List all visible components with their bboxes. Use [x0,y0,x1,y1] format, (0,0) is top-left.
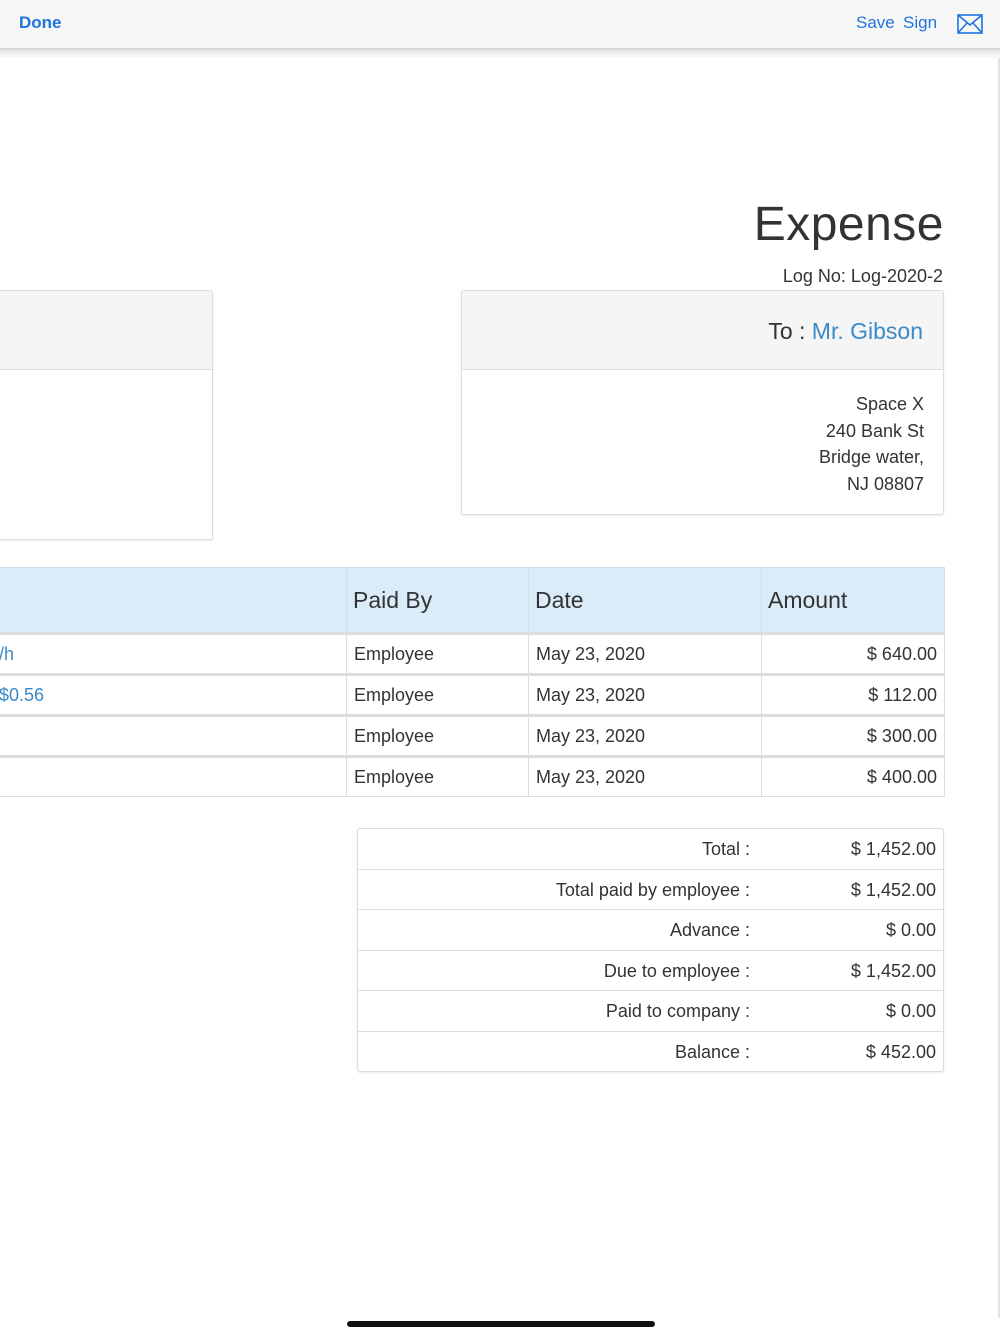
totals-label: Balance : [674,1041,750,1062]
cell-amount: $ 112.00 [761,673,945,716]
cell-description[interactable]: $0.56 [0,673,347,716]
totals-value: $ 0.00 [885,920,936,940]
cell-date: May 23, 2020 [528,714,762,757]
header-amount: Amount [761,567,945,634]
to-prefix: To : [768,318,812,344]
recipient-name[interactable]: Mr. Gibson [812,318,923,344]
cell-paid-by: Employee [346,714,529,757]
totals-row: Advance : $ 0.00 [358,909,943,950]
totals-box: Total : $ 1,452.00 Total paid by employe… [357,828,944,1072]
cell-date: May 23, 2020 [528,755,762,797]
address-line: NJ 08807 [846,473,924,494]
totals-row: Balance : $ 452.00 [358,1030,943,1072]
cell-date: May 23, 2020 [528,673,762,716]
totals-row: Total : $ 1,452.00 [358,829,943,869]
totals-label: Paid to company : [605,1001,750,1021]
to-box-header: To : Mr. Gibson [462,291,943,370]
cell-description[interactable] [0,755,347,797]
from-address-box [0,290,213,540]
totals-label: Total : [701,839,750,859]
cell-date: May 23, 2020 [528,632,762,675]
totals-row: Total paid by employee : $ 1,452.00 [358,868,943,910]
expense-table: Paid By Date Amount /h Employee May 23, … [0,567,945,797]
cell-amount: $ 400.00 [761,755,945,797]
totals-label: Total paid by employee : [555,879,750,900]
cell-amount: $ 300.00 [761,714,945,757]
header-description [0,567,347,634]
totals-label: Advance : [669,920,750,940]
save-button[interactable]: Save [856,13,895,33]
header-paid-by: Paid By [346,567,529,634]
done-button[interactable]: Done [19,13,62,33]
cell-paid-by: Employee [346,673,529,716]
table-row[interactable]: Employee May 23, 2020 $ 300.00 [0,714,945,757]
cell-description[interactable] [0,714,347,757]
cell-paid-by: Employee [346,632,529,675]
totals-value: $ 1,452.00 [850,960,936,981]
totals-value: $ 452.00 [865,1041,936,1062]
address-line: Space X [855,394,924,414]
totals-row: Paid to company : $ 0.00 [358,990,943,1031]
home-indicator[interactable] [347,1321,655,1327]
header-date: Date [528,567,762,634]
sign-button[interactable]: Sign [903,13,937,33]
totals-value: $ 1,452.00 [850,839,936,859]
document-title: Expense [753,198,944,251]
table-header-row: Paid By Date Amount [0,567,945,634]
address-line: Bridge water, [818,447,924,467]
envelope-icon[interactable] [957,14,983,34]
to-line: To : Mr. Gibson [768,318,923,345]
top-toolbar: Done Save Sign [0,0,1000,50]
from-box-header [0,291,212,370]
totals-value: $ 1,452.00 [850,879,936,900]
totals-row: Due to employee : $ 1,452.00 [358,949,943,991]
table-row[interactable]: Employee May 23, 2020 $ 400.00 [0,755,945,797]
recipient-address: Space X 240 Bank St Bridge water, NJ 088… [819,391,924,497]
log-number: Log No: Log-2020-2 [782,266,943,286]
table-row[interactable]: /h Employee May 23, 2020 $ 640.00 [0,632,945,675]
cell-amount: $ 640.00 [761,632,945,675]
to-address-box: To : Mr. Gibson Space X 240 Bank St Brid… [461,290,944,515]
totals-value: $ 0.00 [885,1001,936,1021]
cell-paid-by: Employee [346,755,529,797]
totals-label: Due to employee : [603,960,750,981]
cell-description[interactable]: /h [0,632,347,675]
table-row[interactable]: $0.56 Employee May 23, 2020 $ 112.00 [0,673,945,716]
address-line: 240 Bank St [825,420,924,441]
